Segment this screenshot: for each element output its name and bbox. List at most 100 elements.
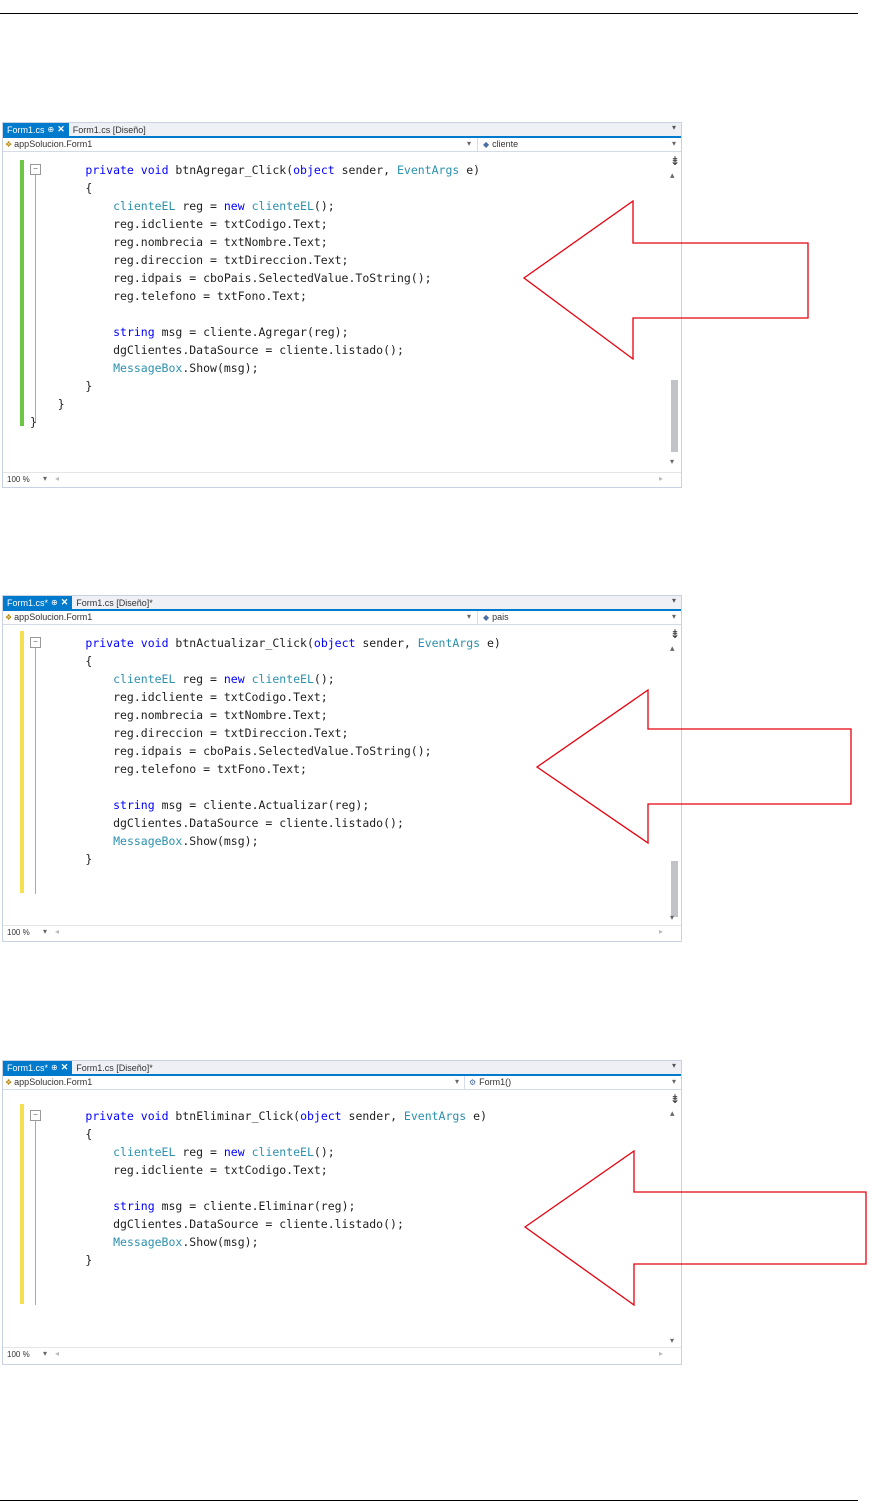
code-editor-screenshot-2: Form1.cs* ⊕ ✕ Form1.cs [Diseño]* ▾ ❖ app… (2, 595, 682, 942)
code-line: reg.idcliente = txtCodigo.Text; (30, 690, 328, 704)
tab-label: Form1.cs* (7, 1062, 49, 1073)
scroll-up-icon[interactable]: ▴ (670, 170, 675, 181)
close-icon[interactable]: ✕ (57, 124, 65, 135)
class-icon: ❖ (5, 1077, 13, 1087)
editor-status-bar: 100 % ▾ ◂ ▸ (3, 925, 681, 940)
code-editor-screenshot-1: Form1.cs ⊕ ✕ Form1.cs [Diseño] ▾ ❖ appSo… (2, 122, 682, 488)
scroll-left-icon[interactable]: ◂ (55, 927, 59, 936)
scroll-right-icon[interactable]: ▸ (659, 927, 663, 936)
document-tab-bar: Form1.cs* ⊕ ✕ Form1.cs [Diseño]* ▾ (3, 1061, 681, 1076)
code-line: reg.telefono = txtFono.Text; (30, 762, 307, 776)
tab-label: Form1.cs [Diseño]* (76, 1062, 153, 1073)
tab-form1-design[interactable]: Form1.cs [Diseño] (69, 123, 150, 136)
chevron-down-icon[interactable]: ▾ (672, 139, 676, 148)
code-line: } (30, 852, 93, 866)
code-line: MessageBox.Show(msg); (113, 834, 259, 848)
scrollbar-thumb[interactable] (671, 861, 678, 917)
code-editor-screenshot-3: Form1.cs* ⊕ ✕ Form1.cs [Diseño]* ▾ ❖ app… (2, 1060, 682, 1365)
divider (477, 138, 478, 151)
member-dropdown[interactable]: ◆ pais (483, 612, 509, 622)
code-line: { (30, 181, 93, 195)
tab-form1-design[interactable]: Form1.cs [Diseño]* (72, 596, 157, 609)
scroll-right-icon[interactable]: ▸ (659, 1349, 663, 1358)
chevron-down-icon[interactable]: ▾ (672, 612, 676, 621)
code-area[interactable]: − private void btnActualizar_Click(objec… (3, 625, 681, 925)
top-rule (0, 13, 858, 14)
close-icon[interactable]: ✕ (61, 597, 69, 608)
vertical-scrollbar[interactable]: ⇟ ▴ ▾ (670, 1090, 680, 1348)
scroll-up-icon[interactable]: ▴ (670, 643, 675, 654)
class-icon: ❖ (5, 139, 13, 149)
chevron-down-icon[interactable]: ▾ (672, 596, 676, 605)
class-label: appSolucion.Form1 (14, 139, 93, 149)
chevron-down-icon[interactable]: ▾ (467, 139, 471, 148)
code-line: { (30, 1127, 93, 1141)
code-line: reg.nombrecia = txtNombre.Text; (30, 235, 328, 249)
pin-icon[interactable]: ⊕ (51, 1063, 58, 1072)
field-icon: ◆ (483, 612, 490, 622)
method-icon: ⚙ (469, 1077, 477, 1087)
tab-form1-cs[interactable]: Form1.cs ⊕ ✕ (3, 123, 69, 136)
code-line: } (30, 379, 93, 393)
zoom-level[interactable]: 100 % (7, 928, 30, 937)
code-line: reg.idcliente = txtCodigo.Text; (30, 217, 328, 231)
code-line: string msg = cliente.Actualizar(reg); (113, 798, 370, 812)
chevron-down-icon[interactable]: ▾ (43, 1349, 47, 1358)
tab-label: Form1.cs [Diseño] (72, 124, 146, 135)
tab-form1-cs[interactable]: Form1.cs* ⊕ ✕ (3, 1061, 73, 1074)
scroll-down-icon[interactable]: ▾ (670, 457, 674, 466)
code-area[interactable]: − private void btnEliminar_Click(object … (3, 1090, 681, 1348)
zoom-level[interactable]: 100 % (7, 1350, 30, 1359)
scroll-up-icon[interactable]: ▴ (670, 1108, 675, 1119)
code-line: clienteEL reg = new clienteEL(); (113, 1145, 335, 1159)
field-icon: ◆ (483, 139, 490, 149)
tab-form1-cs[interactable]: Form1.cs* ⊕ ✕ (3, 596, 73, 609)
code-area[interactable]: − private void btnAgregar_Click(object s… (3, 152, 681, 470)
member-dropdown[interactable]: ⚙ Form1() (469, 1077, 511, 1087)
class-label: appSolucion.Form1 (14, 1077, 93, 1087)
chevron-down-icon[interactable]: ▾ (672, 1061, 676, 1070)
class-icon: ❖ (5, 612, 13, 622)
class-dropdown[interactable]: ❖ appSolucion.Form1 (5, 139, 92, 149)
split-icon[interactable]: ⇟ (670, 627, 680, 641)
split-icon[interactable]: ⇟ (670, 154, 680, 168)
class-label: appSolucion.Form1 (14, 612, 93, 622)
scroll-left-icon[interactable]: ◂ (55, 474, 59, 483)
class-dropdown[interactable]: ❖ appSolucion.Form1 (5, 612, 92, 622)
vertical-scrollbar[interactable]: ⇟ ▴ ▾ (670, 152, 680, 470)
code-line: private void btnActualizar_Click(object … (85, 636, 501, 650)
chevron-down-icon[interactable]: ▾ (43, 927, 47, 936)
scrollbar-thumb[interactable] (671, 380, 678, 452)
code-line: string msg = cliente.Agregar(reg); (113, 325, 349, 339)
divider (464, 1076, 465, 1089)
pin-icon[interactable]: ⊕ (48, 125, 55, 134)
scroll-down-icon[interactable]: ▾ (670, 913, 674, 922)
chevron-down-icon[interactable]: ▾ (672, 1077, 676, 1086)
member-dropdown[interactable]: ◆ cliente (483, 139, 518, 149)
split-icon[interactable]: ⇟ (670, 1092, 680, 1106)
code-line: reg.idcliente = txtCodigo.Text; (30, 1163, 328, 1177)
chevron-down-icon[interactable]: ▾ (672, 123, 676, 132)
code-line: dgClientes.DataSource = cliente.listado(… (30, 1217, 404, 1231)
class-dropdown[interactable]: ❖ appSolucion.Form1 (5, 1077, 92, 1087)
editor-status-bar: 100 % ▾ ◂ ▸ (3, 1347, 681, 1362)
chevron-down-icon[interactable]: ▾ (43, 474, 47, 483)
scroll-left-icon[interactable]: ◂ (55, 1349, 59, 1358)
code-line: } (30, 397, 65, 411)
chevron-down-icon[interactable]: ▾ (455, 1077, 459, 1086)
zoom-level[interactable]: 100 % (7, 475, 30, 484)
close-icon[interactable]: ✕ (61, 1062, 69, 1073)
code-line: } (30, 415, 37, 429)
pin-icon[interactable]: ⊕ (51, 598, 58, 607)
member-label: pais (492, 612, 509, 622)
member-label: Form1() (479, 1077, 512, 1087)
vertical-scrollbar[interactable]: ⇟ ▴ ▾ (670, 625, 680, 925)
code-line: reg.telefono = txtFono.Text; (30, 289, 307, 303)
scroll-down-icon[interactable]: ▾ (670, 1336, 674, 1345)
editor-status-bar: 100 % ▾ ◂ ▸ (3, 472, 681, 487)
bottom-rule (0, 1500, 858, 1501)
tab-form1-design[interactable]: Form1.cs [Diseño]* (72, 1061, 157, 1074)
code-line: MessageBox.Show(msg); (113, 361, 259, 375)
chevron-down-icon[interactable]: ▾ (467, 612, 471, 621)
scroll-right-icon[interactable]: ▸ (659, 474, 663, 483)
